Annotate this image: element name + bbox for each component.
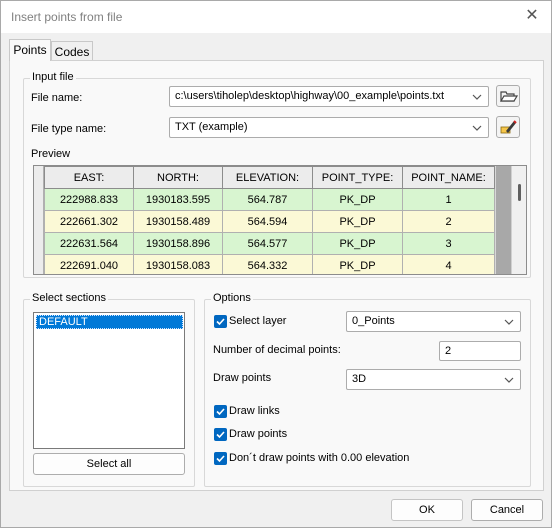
ok-button[interactable]: OK [391, 499, 463, 521]
list-item-default[interactable]: DEFAULT [36, 315, 183, 329]
skip-zero-elevation-label[interactable]: Don´t draw points with 0.00 elevation [229, 452, 409, 464]
checkmark-icon [216, 431, 225, 439]
select-layer-label[interactable]: Select layer [229, 315, 286, 327]
column-header[interactable]: ELEVATION: [222, 166, 313, 189]
file-type-label: File type name: [31, 123, 107, 135]
table-cell: 222631.564 [44, 232, 134, 255]
dialog-title: Insert points from file [11, 10, 123, 24]
table-cell: PK_DP [312, 188, 403, 211]
select-layer-checkbox[interactable] [214, 315, 227, 328]
table-cell: 4 [402, 254, 495, 274]
options-label: Options [211, 292, 253, 304]
edit-file-type-button[interactable] [496, 116, 520, 138]
file-name-value: c:\users\tiholep\desktop\highway\00_exam… [175, 90, 445, 102]
checkmark-icon [216, 455, 225, 463]
column-header[interactable]: POINT_NAME: [402, 166, 495, 189]
file-type-value: TXT (example) [175, 121, 248, 133]
table-cell: 222988.833 [44, 188, 134, 211]
file-name-label: File name: [31, 92, 83, 104]
folder-open-icon [499, 91, 519, 102]
browse-file-button[interactable] [496, 85, 520, 107]
row-header-strip [34, 166, 44, 274]
draw-links-label[interactable]: Draw links [229, 405, 280, 417]
column-header[interactable]: NORTH: [133, 166, 223, 189]
chevron-down-icon [472, 94, 482, 100]
table-cell: PK_DP [312, 254, 403, 274]
input-file-group-label: Input file [30, 71, 76, 83]
table-cell: 1930158.489 [133, 210, 223, 233]
table-row[interactable]: 222988.833 1930183.595 564.787 PK_DP 1 [44, 188, 495, 211]
draw-points-mode-combo[interactable]: 3D [346, 369, 521, 390]
table-cell: 1930183.595 [133, 188, 223, 211]
table-cell: 222691.040 [44, 254, 134, 274]
chevron-down-icon [504, 319, 514, 325]
close-icon[interactable]: ✕ [523, 7, 541, 25]
skip-zero-elevation-checkbox[interactable] [214, 452, 227, 465]
table-cell: 1930158.896 [133, 232, 223, 255]
file-name-combo[interactable]: c:\users\tiholep\desktop\highway\00_exam… [169, 86, 489, 107]
layer-value: 0_Points [352, 315, 395, 327]
grid-gutter [496, 166, 511, 274]
preview-grid[interactable]: EAST: NORTH: ELEVATION: POINT_TYPE: POIN… [33, 165, 527, 275]
table-row[interactable]: 222661.302 1930158.489 564.594 PK_DP 2 [44, 210, 495, 233]
decimal-points-field[interactable]: 2 [439, 341, 521, 361]
decimal-points-value: 2 [445, 345, 452, 357]
preview-label: Preview [31, 148, 71, 160]
table-cell: 1 [402, 188, 495, 211]
select-all-button[interactable]: Select all [33, 453, 185, 475]
insert-points-dialog: Insert points from file ✕ Points Codes I… [0, 0, 552, 528]
table-cell: PK_DP [312, 232, 403, 255]
tab-codes[interactable]: Codes [51, 41, 93, 61]
table-cell: 564.594 [222, 210, 313, 233]
column-header[interactable]: POINT_TYPE: [312, 166, 403, 189]
chevron-down-icon [472, 125, 482, 131]
draw-points-mode-value: 3D [352, 373, 367, 385]
table-cell: 2 [402, 210, 495, 233]
file-type-combo[interactable]: TXT (example) [169, 117, 489, 138]
table-cell: 564.332 [222, 254, 313, 274]
table-cell: 564.787 [222, 188, 313, 211]
select-sections-label: Select sections [30, 292, 108, 304]
table-row[interactable]: 222691.040 1930158.083 564.332 PK_DP 4 [44, 254, 495, 274]
checkmark-icon [216, 408, 225, 416]
cancel-button[interactable]: Cancel [471, 499, 543, 521]
edit-pencil-icon [500, 120, 517, 134]
preview-table: EAST: NORTH: ELEVATION: POINT_TYPE: POIN… [44, 166, 495, 274]
table-cell: 564.577 [222, 232, 313, 255]
points-tab-panel: Input file File name: c:\users\tiholep\d… [9, 60, 544, 491]
title-bar: Insert points from file ✕ [1, 1, 551, 33]
column-header[interactable]: EAST: [44, 166, 134, 189]
table-row[interactable]: 222631.564 1930158.896 564.577 PK_DP 3 [44, 232, 495, 255]
chevron-down-icon [504, 377, 514, 383]
scrollbar-thumb[interactable] [518, 184, 521, 201]
draw-links-checkbox[interactable] [214, 405, 227, 418]
table-cell: PK_DP [312, 210, 403, 233]
tab-points[interactable]: Points [9, 39, 51, 61]
grid-vertical-scrollbar[interactable] [511, 166, 526, 274]
draw-points-mode-label: Draw points [213, 372, 272, 384]
table-cell: 3 [402, 232, 495, 255]
sections-list[interactable]: DEFAULT [33, 312, 185, 449]
layer-combo[interactable]: 0_Points [346, 311, 521, 332]
checkmark-icon [216, 318, 225, 326]
decimal-points-label: Number of decimal points: [213, 344, 341, 356]
draw-points-checkbox[interactable] [214, 428, 227, 441]
table-cell: 222661.302 [44, 210, 134, 233]
draw-points-label[interactable]: Draw points [229, 428, 287, 440]
table-cell: 1930158.083 [133, 254, 223, 274]
